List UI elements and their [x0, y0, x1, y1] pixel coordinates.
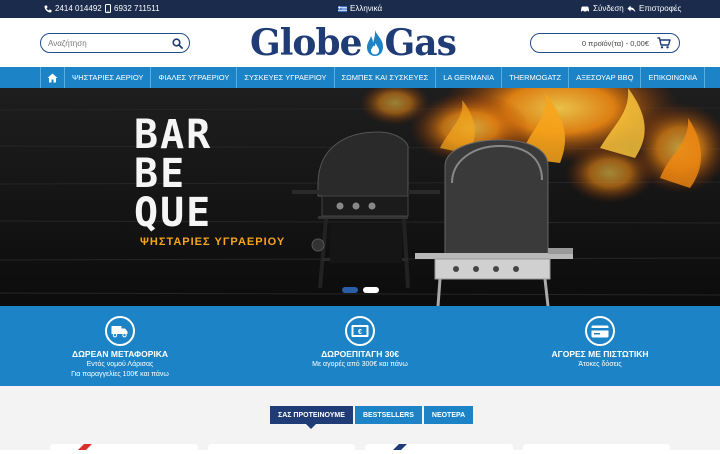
hero-line-2: BE	[134, 151, 187, 197]
nav-item-thermogatz[interactable]: THERMOGATZ	[502, 67, 570, 88]
return-arrow-icon	[627, 5, 636, 12]
tab-newest[interactable]: ΝΕΟΤΕΡΑ	[423, 406, 474, 424]
tab-bestsellers[interactable]: BESTSELLERS	[354, 406, 422, 424]
returns-link[interactable]: Επιστροφές	[627, 4, 681, 13]
home-icon	[47, 73, 58, 82]
credit-card-icon	[585, 316, 615, 346]
hero-background-image	[0, 88, 720, 306]
feature-gift-voucher: € ΔΩΡΟΕΠΙΤΑΓΗ 30€ Με αγορές από 300€ και…	[260, 316, 460, 369]
login-label: Σύνδεση	[593, 4, 624, 13]
feature-credit-card: ΑΓΟΡΕΣ ΜΕ ΠΙΣΤΩΤΙΚΗ Άτοκες δόσεις	[500, 316, 700, 369]
flame-icon	[366, 30, 383, 56]
sale-ribbon-icon	[393, 444, 407, 450]
search-box	[40, 33, 190, 53]
logo-text-gas: Gas	[384, 22, 457, 64]
svg-text:€: €	[358, 329, 362, 336]
nav-item-la-germania[interactable]: LA GERMANIA	[436, 67, 503, 88]
product-section: ΣΑΣ ΠΡΟΤΕΙΝΟΥΜΕ BESTSELLERS ΝΕΟΤΕΡΑ	[0, 386, 720, 454]
truck-icon	[105, 316, 135, 346]
feature-title-credit: ΑΓΟΡΕΣ ΜΕ ΠΙΣΤΩΤΙΚΗ	[551, 349, 649, 359]
product-card[interactable]	[522, 444, 670, 454]
product-card[interactable]	[365, 444, 513, 454]
main-navigation: ΨΗΣΤΑΡΙΕΣ ΑΕΡΙΟΥ ΦΙΑΛΕΣ ΥΓΡΑΕΡΙΟΥ ΣΥΣΚΕΥ…	[0, 67, 720, 88]
phone-number-1: 2414 014492	[55, 4, 102, 13]
hero-line-1: BAR	[134, 112, 213, 158]
car-icon	[581, 6, 589, 13]
feature-text-shipping-1: Εντός νομού Λάρισας	[86, 361, 154, 368]
slider-dot-1[interactable]	[342, 287, 358, 293]
slider-dot-2[interactable]	[363, 287, 379, 293]
nav-home[interactable]	[41, 67, 65, 88]
money-icon: €	[345, 316, 375, 346]
product-card[interactable]	[207, 444, 355, 454]
login-link[interactable]: Σύνδεση	[580, 4, 624, 13]
feature-free-shipping: ΔΩΡΕΑΝ ΜΕΤΑΦΟΡΙΚΑ Εντός νομού Λάρισας Γι…	[20, 316, 220, 379]
search-icon[interactable]	[172, 38, 183, 49]
hero-headline: BAR BE QUE	[134, 112, 213, 236]
nav-item-gas-bottles[interactable]: ΦΙΑΛΕΣ ΥΓΡΑΕΡΙΟΥ	[151, 67, 238, 88]
feature-text-voucher: Με αγορές από 300€ και πάνω	[312, 361, 408, 368]
cart-summary: 0 προϊόν(τα) - 0,00€	[581, 39, 649, 48]
nav-item-contact[interactable]: ΕΠΙΚΟΙΝΩΝΙΑ	[641, 67, 706, 88]
phone-icon	[44, 5, 52, 12]
shopping-cart-icon	[657, 37, 671, 49]
hero-subtitle: ΨΗΣΤΑΡΙΕΣ ΥΓΡΑΕΡΙΟΥ	[140, 236, 286, 248]
feature-title-voucher: ΔΩΡΟΕΠΙΤΑΓΗ 30€	[321, 349, 399, 359]
cart-button[interactable]: 0 προϊόν(τα) - 0,00€	[530, 33, 680, 53]
nav-item-gas-appliances[interactable]: ΣΥΣΚΕΥΕΣ ΥΓΡΑΕΡΙΟΥ	[237, 67, 335, 88]
nav-item-heaters[interactable]: ΣΩΜΠΕΣ ΚΑΙ ΣΥΣΚΕΥΕΣ	[335, 67, 437, 88]
slider-pagination	[342, 287, 379, 293]
hero-line-3: QUE	[134, 190, 213, 236]
search-input[interactable]	[48, 36, 168, 50]
tab-recommended[interactable]: ΣΑΣ ΠΡΟΤΕΙΝΟΥΜΕ	[270, 406, 353, 429]
returns-label: Επιστροφές	[639, 4, 682, 13]
greek-flag-icon	[338, 5, 347, 12]
product-tabs: ΣΑΣ ΠΡΟΤΕΙΝΟΥΜΕ BESTSELLERS ΝΕΟΤΕΡΑ	[270, 406, 475, 429]
features-bar: ΔΩΡΕΑΝ ΜΕΤΑΦΟΡΙΚΑ Εντός νομού Λάρισας Γι…	[0, 306, 720, 386]
site-header: Globe Gas 0 προϊόν(τα) - 0,00€	[0, 18, 720, 67]
phone-number-2: 6932 711511	[114, 4, 160, 13]
phone-contact-1[interactable]: 2414 014492	[44, 4, 102, 13]
feature-text-credit: Άτοκες δόσεις	[578, 361, 622, 368]
sale-ribbon-icon	[78, 444, 92, 450]
hero-slider[interactable]: BAR BE QUE ΨΗΣΤΑΡΙΕΣ ΥΓΡΑΕΡΙΟΥ	[0, 88, 720, 306]
nav-item-bbq-accessories[interactable]: ΑΞΕΣΟΥΑΡ BBQ	[569, 67, 642, 88]
mobile-icon	[105, 4, 111, 13]
language-selector[interactable]: Ελληνικά	[338, 4, 382, 13]
site-logo[interactable]: Globe Gas	[250, 21, 457, 65]
logo-text-globe: Globe	[250, 22, 363, 64]
nav-item-gas-grills[interactable]: ΨΗΣΤΑΡΙΕΣ ΑΕΡΙΟΥ	[65, 67, 152, 88]
phone-contact-2[interactable]: 6932 711511	[105, 4, 160, 13]
feature-text-shipping-2: Για παραγγελίες 100€ και πάνω	[71, 371, 169, 378]
product-card[interactable]	[50, 444, 198, 454]
top-bar: 2414 014492 6932 711511 Ελληνικά Σύνδεση…	[0, 0, 720, 18]
product-cards-row	[50, 444, 670, 454]
language-label: Ελληνικά	[350, 4, 383, 13]
feature-title-shipping: ΔΩΡΕΑΝ ΜΕΤΑΦΟΡΙΚΑ	[71, 349, 169, 359]
